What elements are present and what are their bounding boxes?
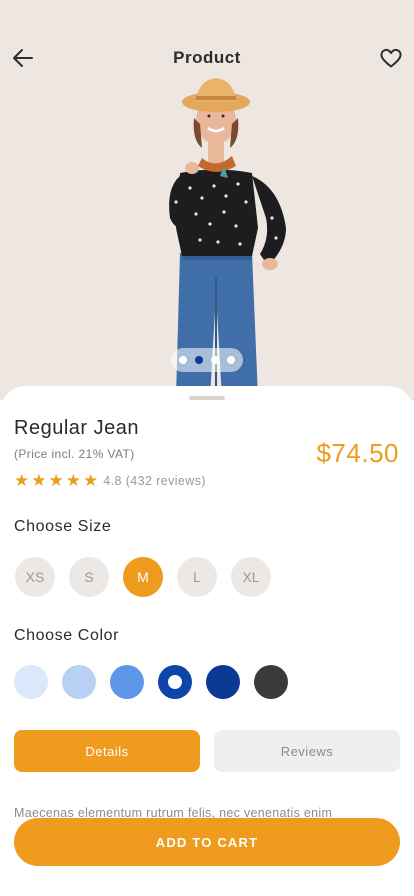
add-to-cart-button[interactable]: ADD TO CART <box>14 818 400 866</box>
tab-details[interactable]: Details <box>14 730 200 772</box>
drag-handle[interactable] <box>189 396 225 400</box>
size-option-xl[interactable]: XL <box>231 557 271 597</box>
product-detail-sheet: Regular Jean (Price incl. 21% VAT) $74.5… <box>0 386 414 896</box>
size-option-m[interactable]: M <box>123 557 163 597</box>
rating[interactable]: ★ ★ ★ ★ ★ 4.8 (432 reviews) <box>14 472 206 490</box>
size-option-xs[interactable]: XS <box>15 557 55 597</box>
color-swatch[interactable] <box>62 665 96 699</box>
color-swatch[interactable] <box>14 665 48 699</box>
star-icon: ★ <box>48 471 64 490</box>
top-bar: Product <box>0 36 414 80</box>
color-label: Choose Color <box>14 627 120 644</box>
rating-text: 4.8 (432 reviews) <box>103 474 206 488</box>
tab-reviews[interactable]: Reviews <box>214 730 400 772</box>
star-icon: ★ <box>65 471 81 490</box>
product-price: $74.50 <box>316 438 399 468</box>
carousel-dot[interactable] <box>227 356 235 364</box>
back-button[interactable] <box>9 44 37 72</box>
arrow-left-icon <box>13 49 33 67</box>
star-icon: ★ <box>14 471 30 490</box>
color-swatch-selected[interactable] <box>158 665 192 699</box>
page-title: Product <box>173 48 241 67</box>
size-label: Choose Size <box>14 518 112 535</box>
carousel-indicator <box>171 348 243 372</box>
star-icon: ★ <box>31 471 47 490</box>
size-option-l[interactable]: L <box>177 557 217 597</box>
carousel-dot[interactable] <box>179 356 187 364</box>
size-option-s[interactable]: S <box>69 557 109 597</box>
carousel-dot-active[interactable] <box>195 356 203 364</box>
color-swatch[interactable] <box>254 665 288 699</box>
star-icon: ★ <box>83 471 99 490</box>
product-image-hero: Product <box>0 0 414 400</box>
price-note: (Price incl. 21% VAT) <box>14 447 135 461</box>
favorite-button[interactable] <box>377 44 405 72</box>
carousel-dot[interactable] <box>211 356 219 364</box>
product-name: Regular Jean <box>14 417 139 439</box>
size-selector: XS S M L XL <box>15 557 271 597</box>
color-selector <box>14 665 288 699</box>
color-swatch[interactable] <box>206 665 240 699</box>
color-swatch[interactable] <box>110 665 144 699</box>
heart-icon <box>380 48 402 68</box>
